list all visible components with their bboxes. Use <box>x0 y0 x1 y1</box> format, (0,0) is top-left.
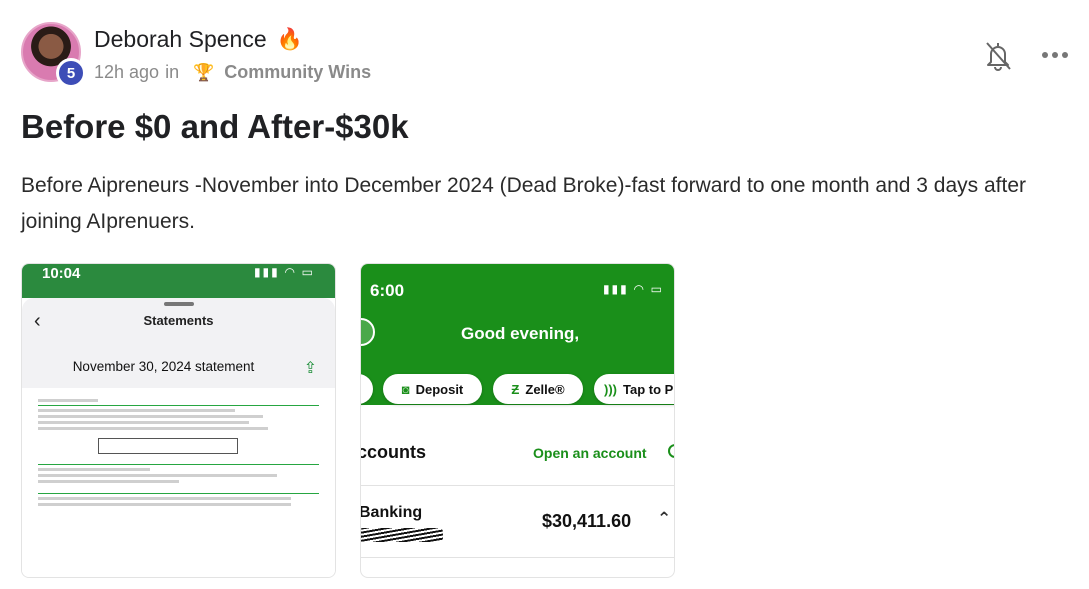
profile-icon <box>361 318 375 346</box>
divider <box>361 485 674 486</box>
doc-rule <box>38 464 319 465</box>
trophy-icon: 🏆 <box>193 62 215 82</box>
statement-sheet <box>22 298 335 388</box>
account-name: Banking <box>360 504 423 521</box>
signal-wifi-battery-icon: ▮▮▮ ◠ ▭ <box>253 265 315 279</box>
doc-text-line <box>38 468 151 471</box>
open-account-link: Open an account <box>533 445 647 461</box>
sheet-grabber <box>164 302 194 306</box>
bell-off-icon <box>986 42 1011 71</box>
in-label: in <box>165 62 180 82</box>
doc-text-line <box>38 503 291 506</box>
more-dot-icon <box>1062 52 1068 58</box>
camera-icon: ◙ <box>401 381 410 397</box>
more-dot-icon <box>1042 52 1048 58</box>
status-time: 6:00 <box>370 281 405 300</box>
redacted-scribble <box>361 528 443 542</box>
bank-app-header: 6:00 ▮▮▮ ◠ ▭ Good evening, <box>361 264 674 374</box>
post-time: 12h ago <box>94 62 160 82</box>
doc-text-line <box>38 474 277 477</box>
status-time: 10:04 <box>42 265 81 282</box>
phone-status-bar: 10:04 ▮▮▮ ◠ ▭ <box>22 264 335 298</box>
sheet-title: Statements <box>143 313 214 328</box>
add-circle-icon <box>668 444 674 458</box>
doc-text-line <box>38 427 269 430</box>
post-title: Before $0 and After-$30k <box>21 108 409 145</box>
author-row: Deborah Spence 🔥 <box>94 26 303 53</box>
doc-text-line <box>38 415 263 418</box>
more-dot-icon <box>1052 52 1058 58</box>
greeting: Good evening, <box>461 324 580 343</box>
quick-action-label: Deposit <box>415 381 464 397</box>
community-link[interactable]: Community Wins <box>224 62 371 83</box>
quick-action-label: Zelle® <box>525 381 565 397</box>
account-balance: $30,411.60 <box>542 511 632 531</box>
signal-wifi-battery-icon: ▮▮▮ ◠ ▭ <box>602 282 664 296</box>
post-image-statement[interactable]: 10:04 ▮▮▮ ◠ ▭ ‹ Statements November 30, … <box>21 263 336 578</box>
doc-text-line <box>38 399 98 402</box>
divider <box>361 557 674 558</box>
quick-action-label: Tap to P <box>623 381 674 397</box>
post-image-bank-balance[interactable]: 6:00 ▮▮▮ ◠ ▭ Good evening, › ◙ Deposit Ƶ… <box>360 263 675 578</box>
author-avatar-wrap[interactable]: 5 <box>21 22 86 88</box>
chevron-up-icon: ⌃ <box>657 509 672 528</box>
doc-rule <box>38 405 319 406</box>
quick-action-zelle: Ƶ Zelle® <box>493 374 583 404</box>
doc-table-box <box>98 438 238 454</box>
post-meta: 12h ago in 🏆 Community Wins <box>94 62 371 83</box>
fire-icon: 🔥 <box>276 28 303 51</box>
quick-action-tap: ))) Tap to P <box>594 374 674 404</box>
accounts-heading: ccounts <box>360 442 427 462</box>
doc-text-line <box>38 409 235 412</box>
contactless-icon: ))) <box>604 381 617 397</box>
quick-action-deposit: ◙ Deposit <box>383 374 482 404</box>
author-name[interactable]: Deborah Spence <box>94 26 267 53</box>
statement-document <box>22 388 335 577</box>
doc-rule <box>38 493 319 494</box>
doc-text-line <box>38 480 179 483</box>
level-badge: 5 <box>56 58 86 88</box>
more-options-button[interactable] <box>1042 45 1072 65</box>
mute-notifications-button[interactable] <box>983 40 1013 72</box>
share-icon: ⇪ <box>303 360 317 377</box>
zelle-icon: Ƶ <box>511 381 520 397</box>
doc-text-line <box>38 497 291 500</box>
statement-label: November 30, 2024 statement <box>72 359 255 374</box>
post-body: Before Aipreneurs -November into Decembe… <box>21 174 1027 233</box>
doc-text-line <box>38 421 249 424</box>
